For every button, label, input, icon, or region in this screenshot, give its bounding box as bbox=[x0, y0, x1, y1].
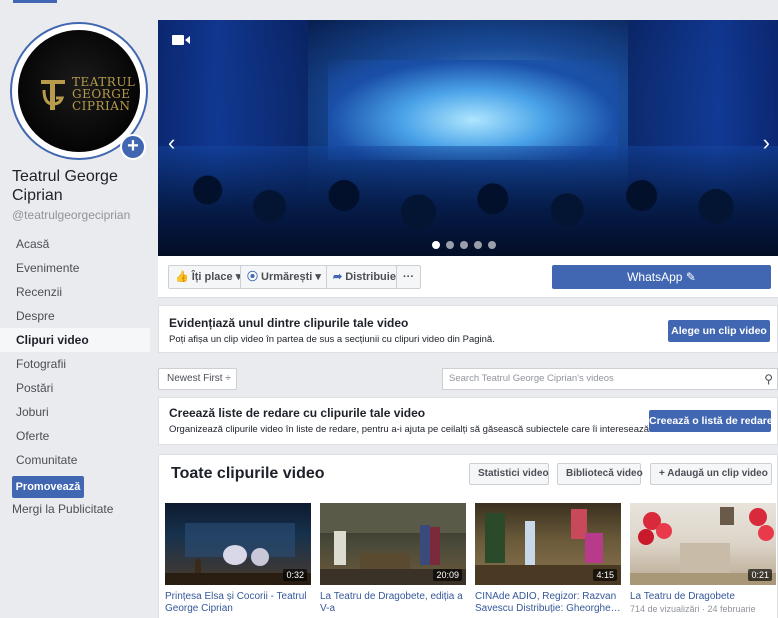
promote-button[interactable]: Promovează bbox=[12, 476, 84, 498]
nav-item-despre[interactable]: Despre bbox=[0, 304, 150, 328]
nav-item-oferte[interactable]: Oferte bbox=[0, 424, 150, 448]
page-action-bar: 👍 Îți place ▾ ⦿ Urmărești ▾ ➦ Distribuie ··… bbox=[158, 256, 778, 298]
video-duration: 0:21 bbox=[748, 569, 772, 581]
left-column: TEATRUL GEORGE CIPRIAN + Teatrul George … bbox=[0, 12, 150, 618]
thumbs-up-icon: 👍 bbox=[175, 271, 189, 283]
video-thumbnail[interactable]: 0:21 bbox=[630, 503, 776, 585]
carousel-dot[interactable] bbox=[446, 241, 454, 249]
create-playlist-button[interactable]: Creează o listă de redare bbox=[649, 410, 773, 432]
avatar: TEATRUL GEORGE CIPRIAN bbox=[18, 30, 140, 152]
carousel-dot[interactable] bbox=[432, 241, 440, 249]
carousel-dot[interactable] bbox=[474, 241, 482, 249]
video-search-input[interactable]: Search Teatrul George Ciprian's videos ⚲ bbox=[442, 368, 778, 390]
video-title-link[interactable]: La Teatru de Dragobete bbox=[630, 591, 776, 603]
video-title-link[interactable]: CINAde ADIO, Regizor: Razvan Savescu Dis… bbox=[475, 591, 621, 615]
video-duration: 4:15 bbox=[593, 569, 617, 581]
video-meta: 714 de vizualizări · 24 februarie bbox=[630, 604, 756, 614]
carousel-dot[interactable] bbox=[488, 241, 496, 249]
video-filter-bar: Newest First ÷ Search Teatrul George Cip… bbox=[158, 368, 778, 392]
search-placeholder: Search Teatrul George Ciprian's videos bbox=[449, 373, 614, 384]
stage-light bbox=[328, 60, 618, 160]
cover-video[interactable]: ‹ › bbox=[158, 20, 778, 256]
all-videos-section: Toate clipurile video Statistici video B… bbox=[158, 454, 778, 618]
nav-item-fotografii[interactable]: Fotografii bbox=[0, 352, 150, 376]
page-handle: @teatrulgeorgeciprian bbox=[12, 208, 131, 222]
share-arrow-icon: ➦ bbox=[333, 271, 343, 283]
profile-picture[interactable]: TEATRUL GEORGE CIPRIAN + bbox=[10, 22, 148, 160]
plus-icon: + bbox=[659, 468, 665, 479]
rss-icon: ⦿ bbox=[247, 271, 258, 283]
logo-text: TEATRUL GEORGE CIPRIAN bbox=[72, 75, 136, 113]
add-video-button[interactable]: + Adaugă un clip video bbox=[650, 463, 772, 485]
playlist-card: Creează liste de redare cu clipurile tal… bbox=[158, 397, 778, 445]
video-camera-icon bbox=[172, 35, 190, 45]
nav-item-evenimente[interactable]: Evenimente bbox=[0, 256, 150, 280]
video-library-button[interactable]: Bibliotecă video bbox=[557, 463, 643, 485]
like-button[interactable]: 👍 Îți place ▾ bbox=[168, 265, 249, 289]
video-thumbnail[interactable]: 0:32 bbox=[165, 503, 311, 585]
all-videos-title: Toate clipurile video bbox=[171, 465, 325, 482]
nav-item-clipuri-video[interactable]: Clipuri video bbox=[0, 328, 150, 352]
add-photo-button[interactable]: + bbox=[120, 134, 146, 160]
nav-item-acasa[interactable]: Acasă bbox=[0, 232, 150, 256]
carousel-dot[interactable] bbox=[460, 241, 468, 249]
follow-button[interactable]: ⦿ Urmărești ▾ bbox=[240, 265, 328, 289]
search-icon[interactable]: ⚲ bbox=[764, 369, 773, 389]
video-thumbnail[interactable]: 20:09 bbox=[320, 503, 466, 585]
video-duration: 0:32 bbox=[283, 569, 307, 581]
video-title-link[interactable]: Prințesa Elsa și Cocorii - Teatrul Georg… bbox=[165, 591, 311, 615]
sort-dropdown[interactable]: Newest First ÷ bbox=[158, 368, 237, 390]
video-duration: 20:09 bbox=[433, 569, 462, 581]
share-button[interactable]: ➦ Distribuie bbox=[326, 265, 403, 289]
video-stats-button[interactable]: Statistici video bbox=[469, 463, 549, 485]
chevron-left-icon[interactable]: ‹ bbox=[168, 132, 175, 154]
ads-manager-link[interactable]: Mergi la Publicitate bbox=[12, 502, 113, 516]
whatsapp-button[interactable]: WhatsApp ✎ bbox=[552, 265, 771, 289]
more-button[interactable]: ··· bbox=[396, 265, 421, 289]
nav-item-joburi[interactable]: Joburi bbox=[0, 400, 150, 424]
nav-item-postari[interactable]: Postări bbox=[0, 376, 150, 400]
pencil-icon: ✎ bbox=[685, 270, 696, 284]
top-accent-bar bbox=[13, 0, 57, 3]
nav-item-comunitate[interactable]: Comunitate bbox=[0, 448, 150, 472]
chevron-right-icon[interactable]: › bbox=[763, 132, 770, 154]
choose-video-button[interactable]: Alege un clip video bbox=[668, 320, 770, 342]
nav-item-recenzii[interactable]: Recenzii bbox=[0, 280, 150, 304]
featured-video-card: Evidențiază unul dintre clipurile tale v… bbox=[158, 305, 778, 353]
audience-silhouettes bbox=[158, 146, 778, 256]
video-thumbnail[interactable]: 4:15 bbox=[475, 503, 621, 585]
page-name[interactable]: Teatrul George Ciprian bbox=[12, 167, 152, 205]
page-nav: Acasă Evenimente Recenzii Despre Clipuri… bbox=[0, 232, 150, 472]
theatre-logo-icon bbox=[41, 80, 65, 110]
video-title-link[interactable]: La Teatru de Dragobete, ediția a V-a bbox=[320, 591, 466, 615]
carousel-dots bbox=[432, 241, 496, 249]
